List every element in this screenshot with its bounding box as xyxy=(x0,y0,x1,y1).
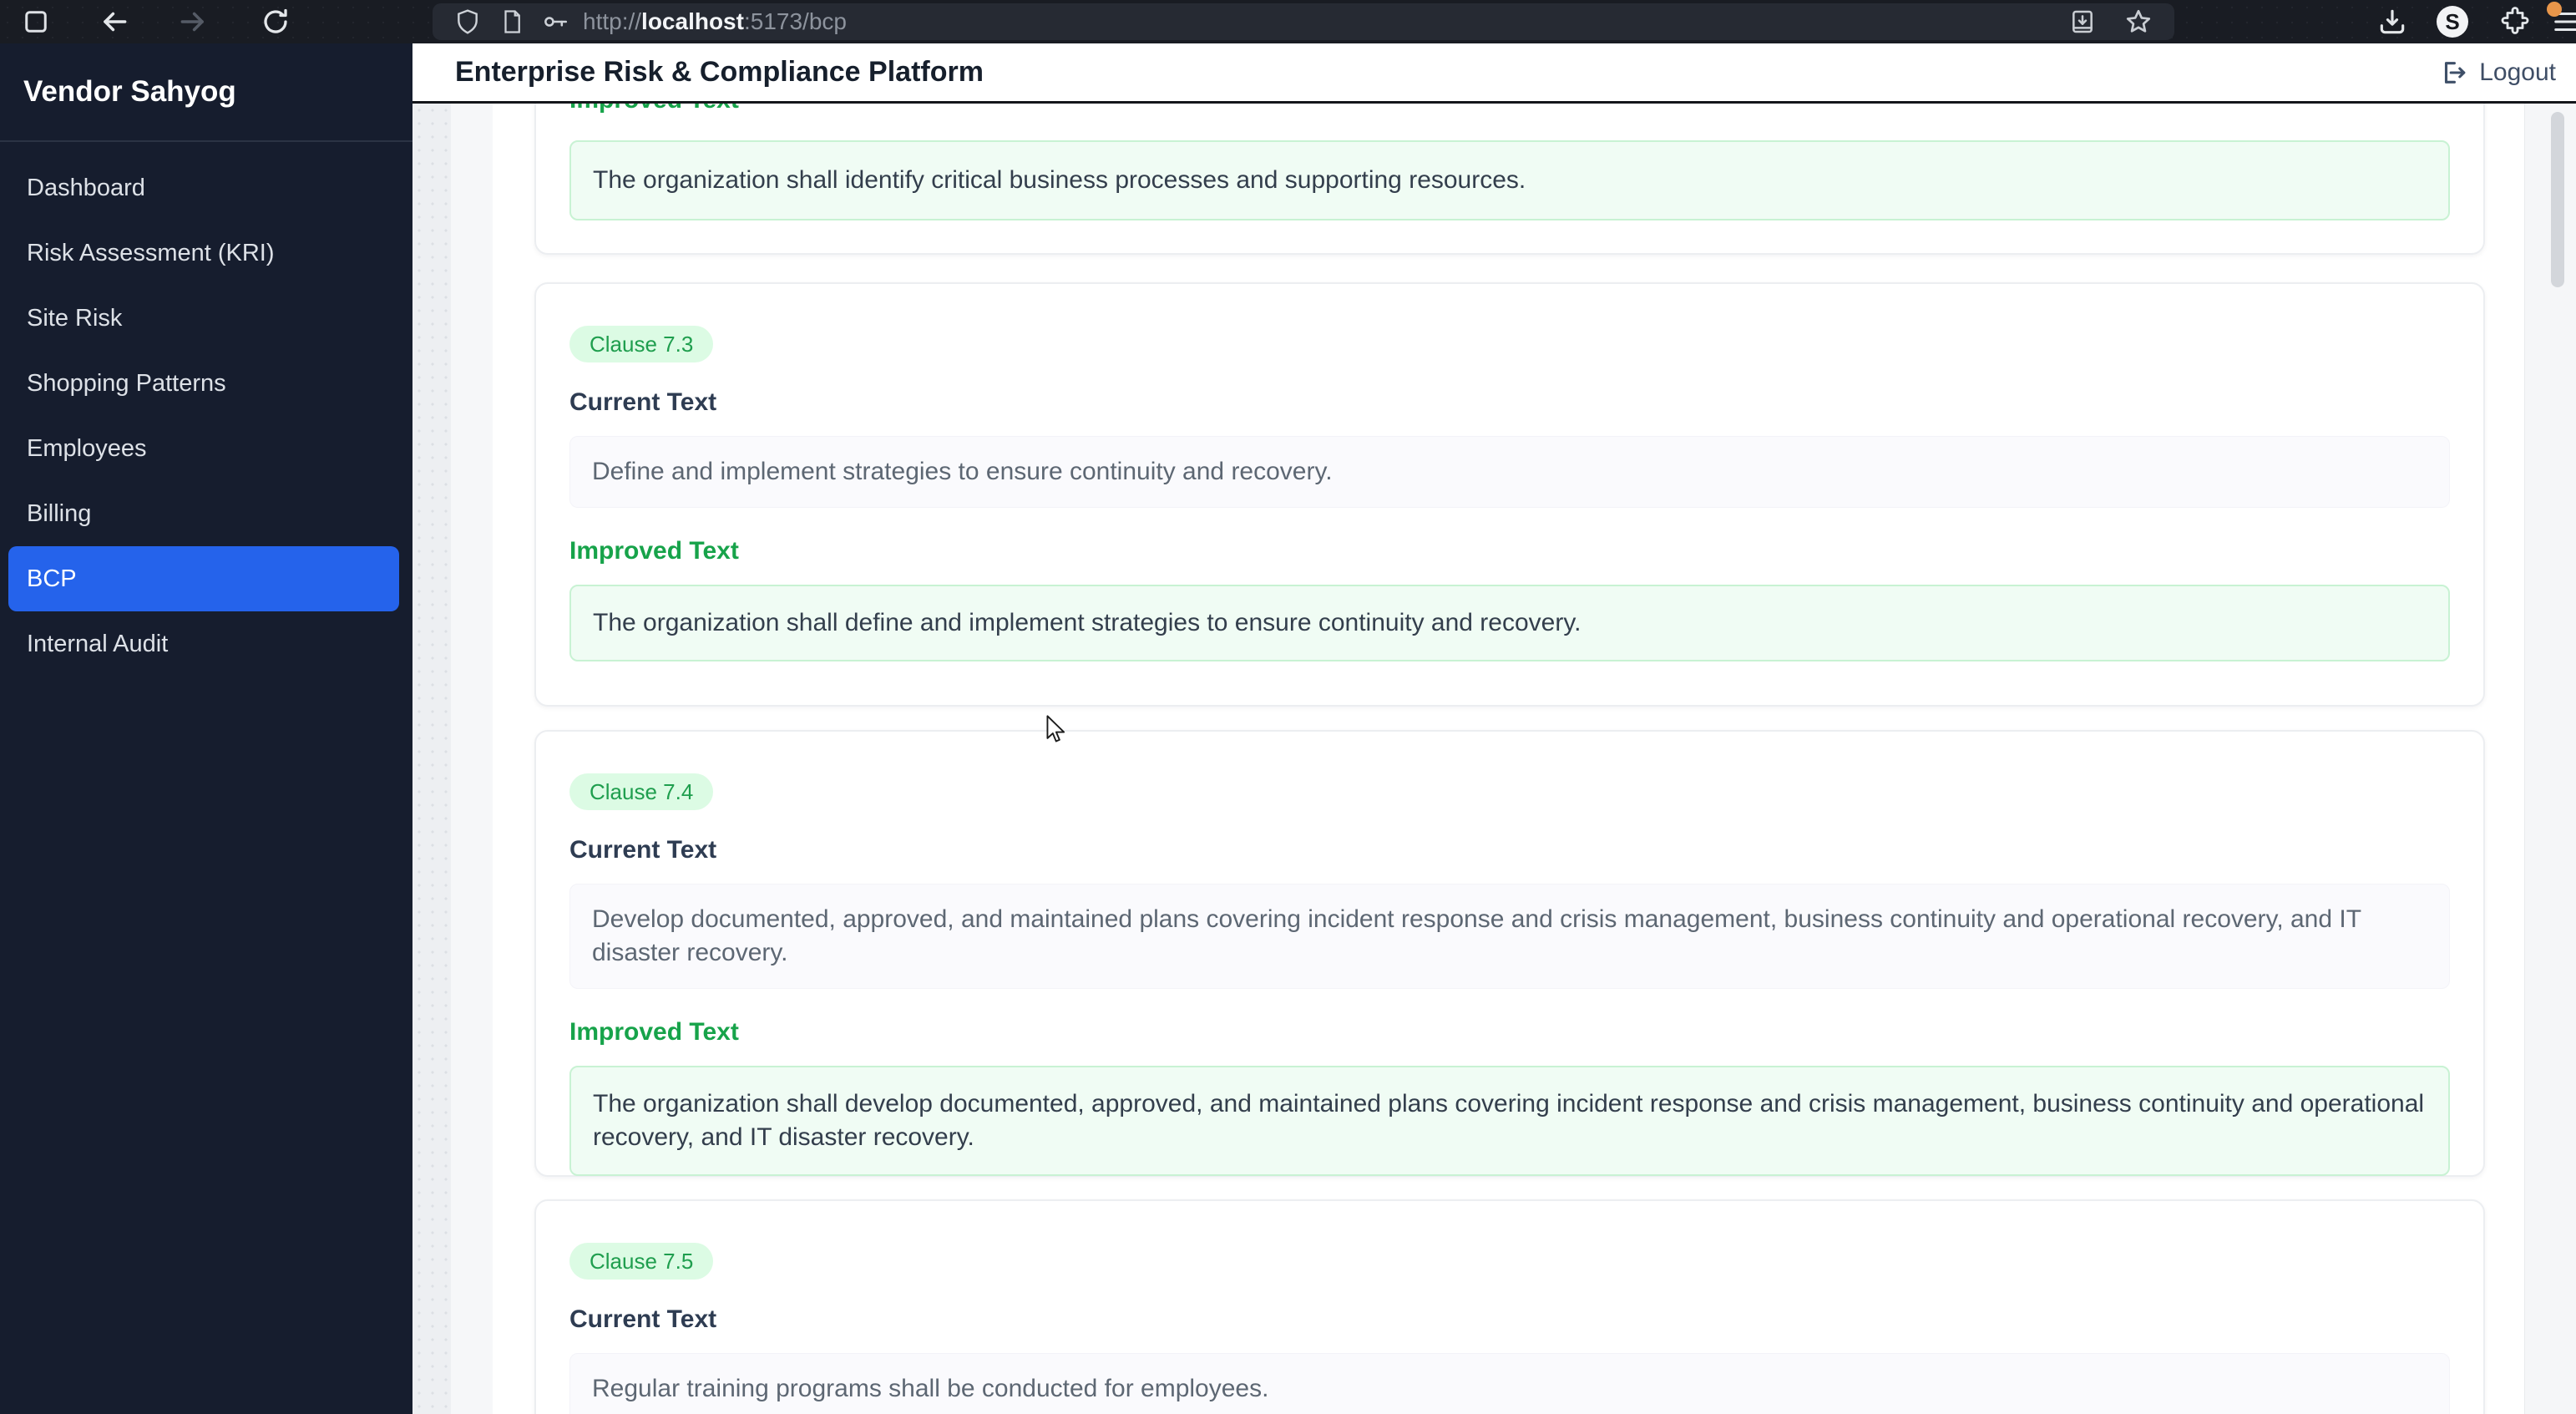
downloads-icon[interactable] xyxy=(2376,6,2408,38)
current-text-box: Regular training programs shall be condu… xyxy=(569,1353,2450,1414)
save-page-icon[interactable] xyxy=(2069,8,2096,35)
screen: http://localhost:5173/bcp S Vendor Sahyo… xyxy=(0,0,2576,1414)
sidebar-item-dashboard[interactable]: Dashboard xyxy=(8,155,399,220)
improved-text-value: The organization shall define and implem… xyxy=(593,609,1582,636)
url-text[interactable]: http://localhost:5173/bcp xyxy=(583,8,847,35)
mouse-cursor xyxy=(1046,715,1068,748)
clause-card-7-5: Clause 7.5 Current Text Regular training… xyxy=(534,1199,2485,1414)
clause-card-7-4: Clause 7.4 Current Text Develop document… xyxy=(534,730,2485,1177)
clause-card-7-3: Clause 7.3 Current Text Define and imple… xyxy=(534,282,2485,707)
current-text-box: Define and implement strategies to ensur… xyxy=(569,436,2450,508)
scrollbar-track[interactable] xyxy=(2524,104,2576,1414)
back-icon[interactable] xyxy=(99,6,130,38)
sidebar-item-employees[interactable]: Employees xyxy=(8,416,399,481)
improved-text-value: The organization shall develop documente… xyxy=(593,1090,2425,1151)
app-header: Enterprise Risk & Compliance Platform Lo… xyxy=(412,43,2576,104)
s-badge-letter: S xyxy=(2445,8,2460,34)
logout-label: Logout xyxy=(2479,58,2556,86)
logout-icon xyxy=(2445,61,2466,84)
page-title: Enterprise Risk & Compliance Platform xyxy=(455,56,984,88)
shield-icon[interactable] xyxy=(454,8,481,35)
improved-text-box: The organization shall define and implem… xyxy=(569,585,2450,661)
clause-badge: Clause 7.4 xyxy=(569,773,714,810)
clause-badge: Clause 7.3 xyxy=(569,326,714,362)
url-host: localhost xyxy=(641,8,744,34)
sidebar-item-billing[interactable]: Billing xyxy=(8,481,399,546)
page-info-icon[interactable] xyxy=(499,9,524,34)
clause-badge: Clause 7.5 xyxy=(569,1243,714,1280)
logout-button[interactable]: Logout xyxy=(2439,58,2556,87)
forward-icon xyxy=(177,6,209,38)
current-text-label: Current Text xyxy=(569,388,717,416)
reload-icon[interactable] xyxy=(261,7,291,37)
current-text-box: Develop documented, approved, and mainta… xyxy=(569,884,2450,989)
sidebar-nav: Dashboard Risk Assessment (KRI) Site Ris… xyxy=(0,155,412,677)
sidebar-item-risk-assessment[interactable]: Risk Assessment (KRI) xyxy=(8,220,399,286)
url-path: :5173/bcp xyxy=(743,8,847,34)
menu-notification-dot xyxy=(2547,2,2562,17)
improved-text-label: Improved Text xyxy=(569,1018,739,1046)
current-text-value: Regular training programs shall be condu… xyxy=(592,1375,1269,1402)
clause-card-partial: Improved Text The organization shall ide… xyxy=(534,104,2485,255)
browser-toolbar: http://localhost:5173/bcp S xyxy=(0,0,2576,43)
current-text-value: Define and implement strategies to ensur… xyxy=(592,458,1333,485)
left-gutter-inner xyxy=(451,104,493,1414)
sidebar-toggle-icon[interactable] xyxy=(23,9,48,34)
improved-text-label: Improved Text xyxy=(569,537,739,565)
improved-text-box: The organization shall identify critical… xyxy=(569,140,2450,220)
improved-text-value: The organization shall identify critical… xyxy=(593,166,1526,194)
sidebar-item-shopping-patterns[interactable]: Shopping Patterns xyxy=(8,351,399,416)
url-bar[interactable]: http://localhost:5173/bcp xyxy=(433,3,2174,40)
current-text-label: Current Text xyxy=(569,1305,717,1333)
left-gutter xyxy=(412,104,451,1414)
sidebar: Vendor Sahyog Dashboard Risk Assessment … xyxy=(0,43,412,1414)
current-text-value: Develop documented, approved, and mainta… xyxy=(592,905,2361,966)
brand-title: Vendor Sahyog xyxy=(0,43,412,142)
sidebar-item-internal-audit[interactable]: Internal Audit xyxy=(8,611,399,677)
sidebar-item-site-risk[interactable]: Site Risk xyxy=(8,286,399,351)
extensions-puzzle-icon[interactable] xyxy=(2500,7,2530,37)
extension-s-badge-icon[interactable]: S xyxy=(2437,6,2468,38)
sidebar-item-bcp[interactable]: BCP xyxy=(8,546,399,611)
current-text-label: Current Text xyxy=(569,836,717,864)
key-icon xyxy=(541,8,569,36)
improved-text-box: The organization shall develop documente… xyxy=(569,1066,2450,1176)
main-content: Improved Text The organization shall ide… xyxy=(412,104,2576,1414)
url-protocol: http:// xyxy=(583,8,642,34)
improved-text-label: Improved Text xyxy=(569,104,739,115)
scrollbar-thumb[interactable] xyxy=(2551,112,2564,287)
bookmark-star-icon[interactable] xyxy=(2124,8,2153,36)
